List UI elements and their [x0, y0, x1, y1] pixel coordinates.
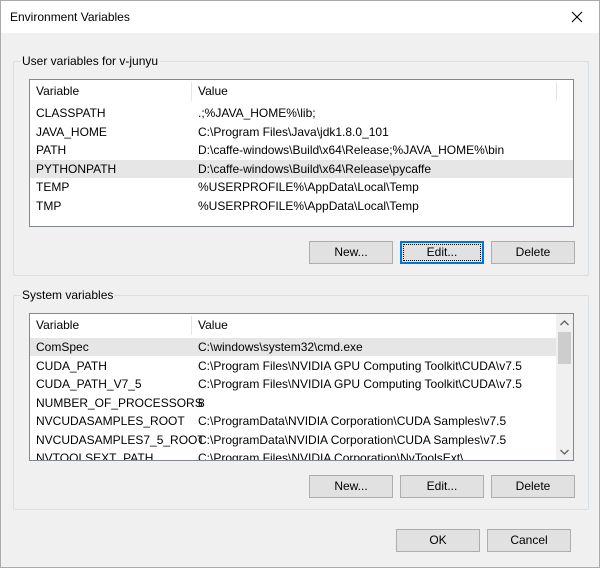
variable-value: C:\Program Files\NVIDIA GPU Computing To…: [198, 377, 522, 391]
chevron-down-icon: [560, 449, 569, 455]
system-list-scrollbar[interactable]: [556, 314, 573, 460]
variable-value: D:\caffe-windows\Build\x64\Release\pycaf…: [198, 161, 432, 176]
focus-ring: [403, 244, 481, 261]
variable-value: C:\Program Files\Java\jdk1.8.0_101: [198, 124, 389, 139]
user-new-button[interactable]: New...: [309, 241, 393, 264]
user-variables-group: User variables for v-junyu Variable Valu…: [13, 54, 589, 276]
system-variable-row[interactable]: NVCUDASAMPLES7_5_ROOT C:\ProgramData\NVID…: [30, 431, 556, 449]
user-variable-row[interactable]: CLASSPATH .;%JAVA_HOME%\lib;: [30, 104, 573, 122]
variable-name: NVCUDASAMPLES7_5_ROOT: [36, 432, 205, 447]
variable-name: TMP: [36, 198, 62, 213]
user-variable-row[interactable]: JAVA_HOME C:\Program Files\Java\jdk1.8.0_…: [30, 123, 573, 141]
variable-name: PATH: [36, 143, 67, 157]
variable-value: C:\Program Files\NVIDIA GPU Computing To…: [198, 358, 522, 373]
user-delete-button[interactable]: Delete: [491, 241, 575, 264]
system-variable-row[interactable]: ComSpec C:\windows\system32\cmd.exe: [30, 338, 556, 356]
system-new-button[interactable]: New...: [309, 475, 393, 498]
variable-name: NVTOOLSEXT_PATH: [36, 451, 154, 461]
column-header-variable[interactable]: Variable: [30, 314, 192, 336]
cancel-button[interactable]: Cancel: [487, 529, 571, 552]
system-variable-row[interactable]: CUDA_PATH_V7_5 C:\Program Files\NVIDIA GP…: [30, 375, 556, 393]
variable-value: %USERPROFILE%\AppData\Local\Temp: [198, 180, 419, 194]
system-variable-row[interactable]: NUMBER_OF_PROCESSORS 8: [30, 394, 556, 412]
system-variables-group: System variables Variable Value ComSpec C…: [13, 288, 589, 510]
variable-name: JAVA_HOME: [36, 124, 107, 139]
variable-name: CUDA_PATH: [36, 358, 107, 373]
column-header-variable[interactable]: Variable: [30, 80, 192, 102]
user-variables-label: User variables for v-junyu: [20, 54, 161, 68]
user-variable-row[interactable]: TMP %USERPROFILE%\AppData\Local\Temp: [30, 197, 573, 215]
system-list-header: Variable Value: [30, 314, 573, 336]
variable-value: .;%JAVA_HOME%\lib;: [198, 106, 316, 120]
variable-value: C:\ProgramData\NVIDIA Corporation\CUDA S…: [198, 414, 507, 428]
variable-name: NVCUDASAMPLES_ROOT: [36, 414, 185, 428]
variable-name: PYTHONPATH: [36, 161, 117, 176]
title-bar: Environment Variables: [1, 1, 599, 33]
variable-value: C:\windows\system32\cmd.exe: [198, 340, 363, 354]
system-edit-button[interactable]: Edit...: [400, 475, 484, 498]
system-delete-button[interactable]: Delete: [491, 475, 575, 498]
window-title: Environment Variables: [10, 10, 130, 24]
user-variable-row[interactable]: TEMP %USERPROFILE%\AppData\Local\Temp: [30, 178, 573, 196]
scroll-down-button[interactable]: [556, 443, 573, 460]
variable-name: CUDA_PATH_V7_5: [36, 377, 142, 391]
close-icon: [571, 11, 583, 23]
user-variables-list[interactable]: Variable Value CLASSPATH .;%JAVA_HOME%\li…: [29, 79, 574, 227]
close-button[interactable]: [555, 1, 599, 33]
system-variable-row[interactable]: NVTOOLSEXT_PATH C:\Program Files\NVIDIA C…: [30, 449, 556, 461]
environment-variables-dialog: Environment Variables User variables for…: [0, 0, 600, 568]
variable-name: TEMP: [36, 180, 70, 194]
scroll-up-button[interactable]: [556, 314, 573, 331]
variable-name: NUMBER_OF_PROCESSORS: [36, 395, 203, 410]
scroll-thumb[interactable]: [558, 332, 571, 364]
variable-value: %USERPROFILE%\AppData\Local\Temp: [198, 198, 419, 213]
system-variables-list[interactable]: Variable Value ComSpec C:\windows\system3…: [29, 313, 574, 461]
column-separator[interactable]: [556, 82, 557, 101]
system-variables-label: System variables: [20, 288, 116, 302]
system-variable-row[interactable]: NVCUDASAMPLES_ROOT C:\ProgramData\NVIDIA …: [30, 412, 556, 430]
variable-value: C:\Program Files\NVIDIA Corporation\NvTo…: [198, 451, 464, 461]
user-variable-row[interactable]: PATH D:\caffe-windows\Build\x64\Release;%…: [30, 141, 573, 159]
variable-name: CLASSPATH: [36, 106, 106, 120]
variable-value: 8: [198, 395, 205, 410]
chevron-up-icon: [560, 319, 569, 325]
system-variable-row[interactable]: CUDA_PATH C:\Program Files\NVIDIA GPU Com…: [30, 357, 556, 375]
user-list-header: Variable Value: [30, 80, 573, 102]
column-header-value[interactable]: Value: [192, 314, 556, 336]
column-header-value[interactable]: Value: [192, 80, 556, 102]
variable-value: C:\ProgramData\NVIDIA Corporation\CUDA S…: [198, 432, 507, 447]
variable-value: D:\caffe-windows\Build\x64\Release;%JAVA…: [198, 143, 505, 157]
user-edit-button[interactable]: Edit...: [400, 241, 484, 264]
variable-name: ComSpec: [36, 340, 89, 354]
ok-button[interactable]: OK: [396, 529, 480, 552]
user-variable-row[interactable]: PYTHONPATH D:\caffe-windows\Build\x64\Rel…: [30, 159, 573, 178]
